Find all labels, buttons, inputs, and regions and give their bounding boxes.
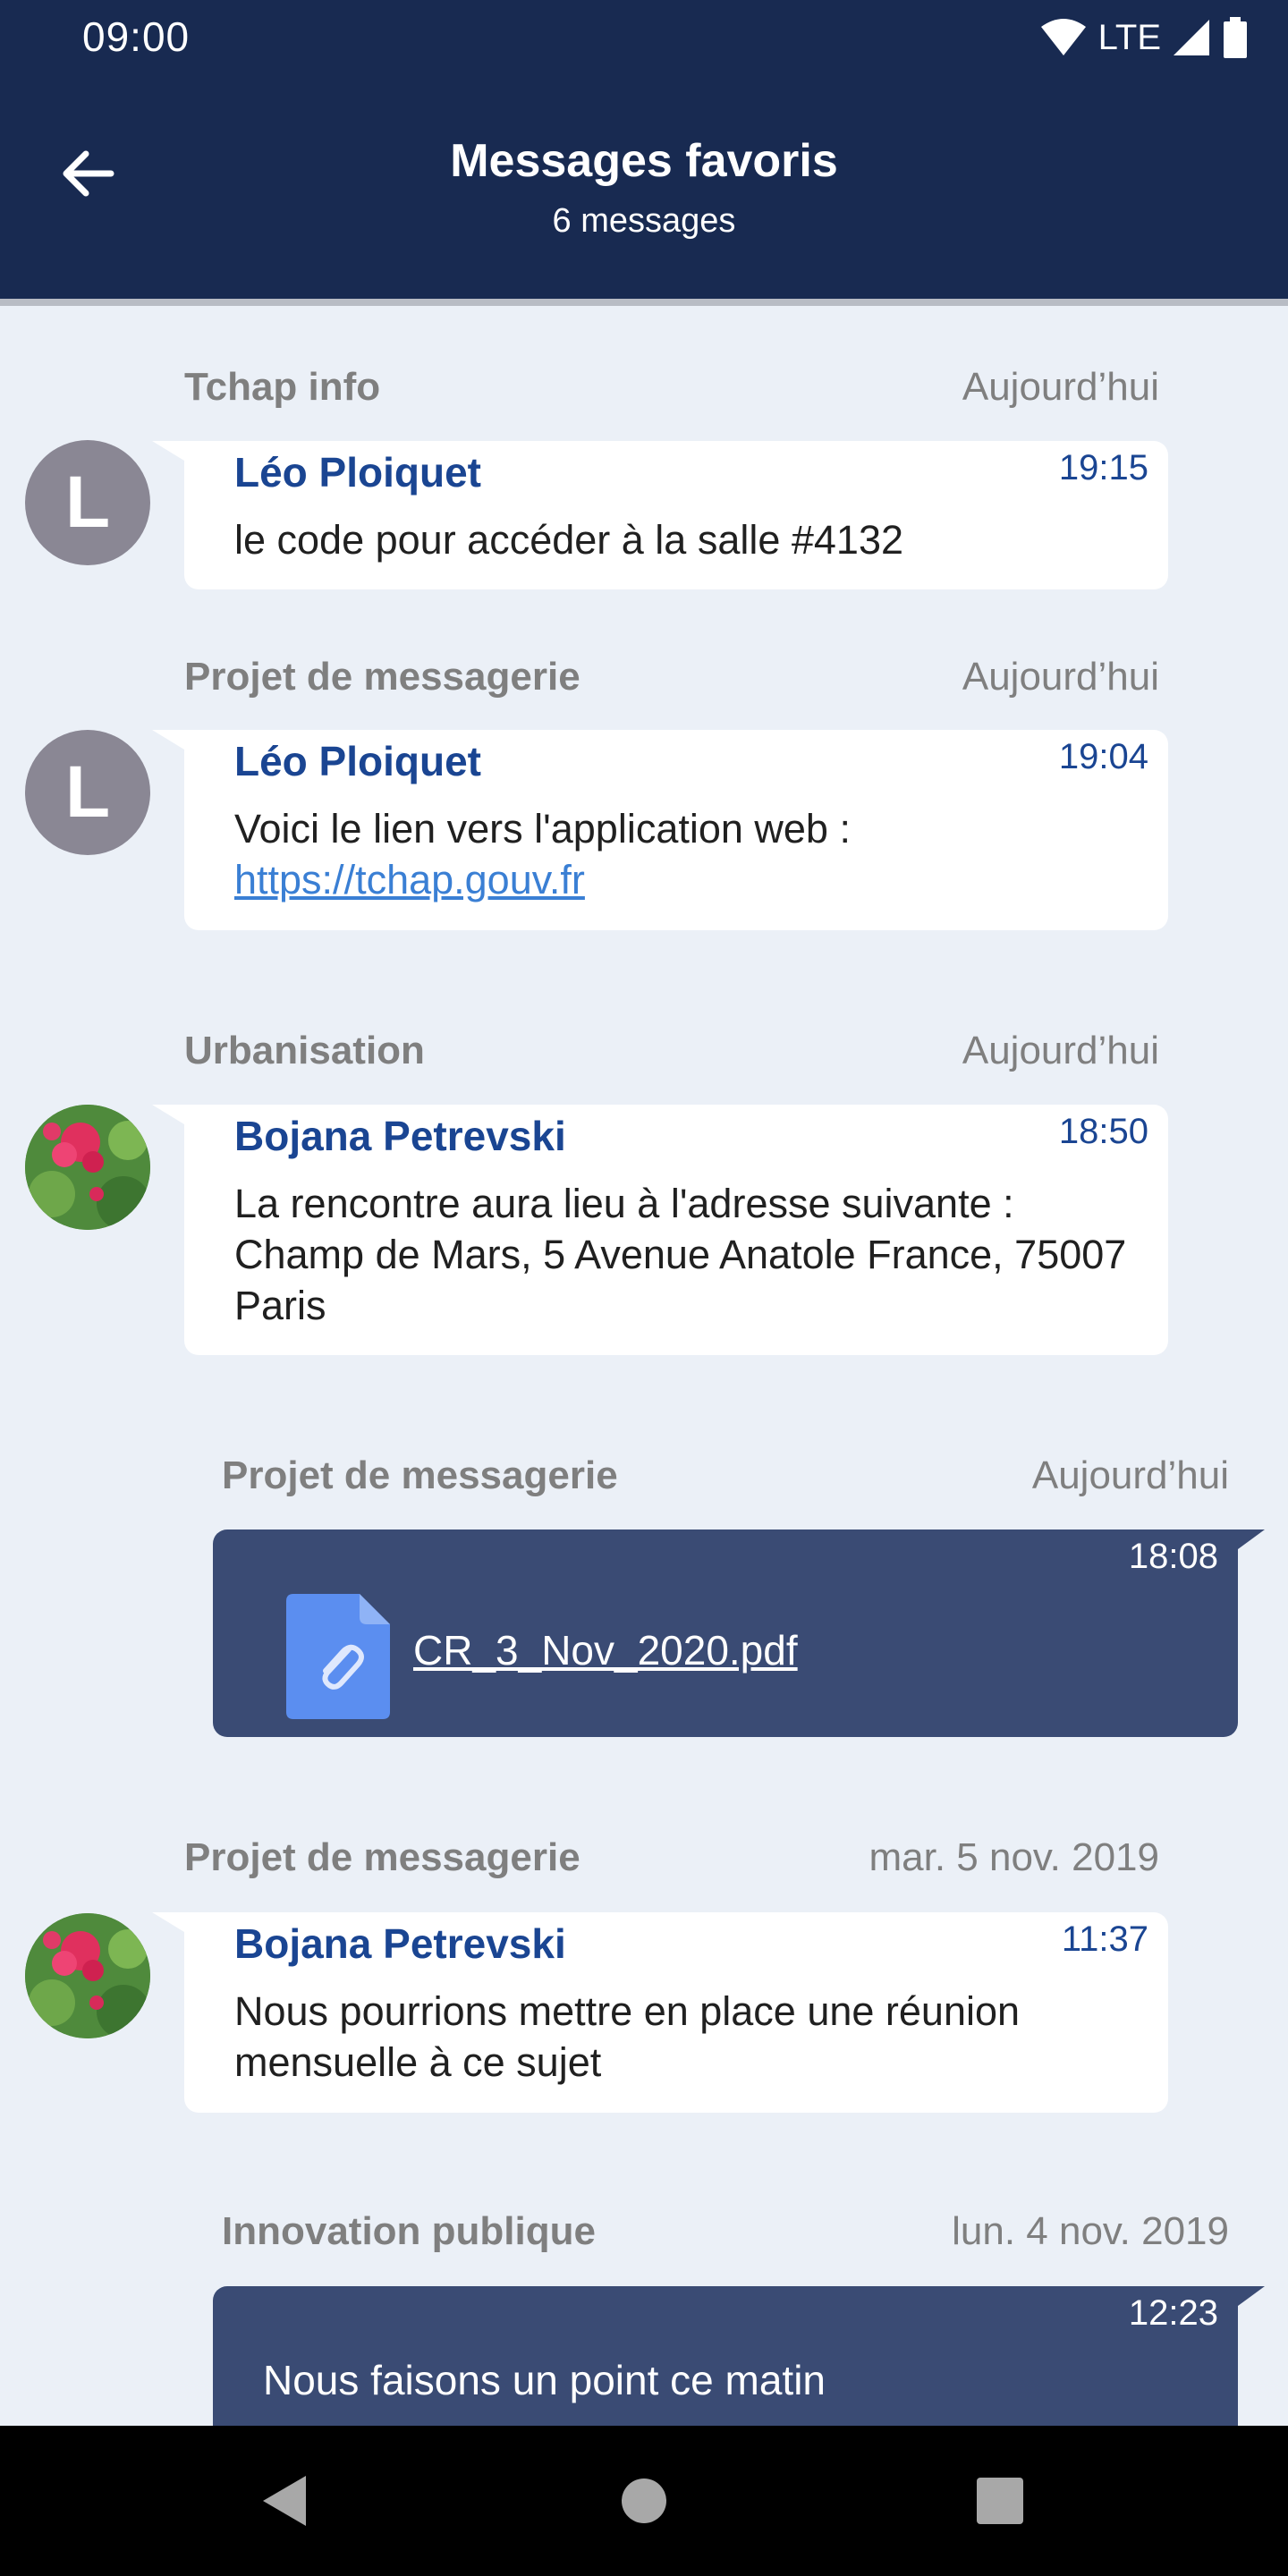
message-text: Nous faisons un point ce matin — [263, 2357, 826, 2403]
message-date: mar. 5 nov. 2019 — [869, 1835, 1160, 1879]
nav-recents-button[interactable] — [964, 2465, 1036, 2537]
wifi-icon — [1040, 19, 1086, 55]
message-time: 12:23 — [1128, 2293, 1218, 2333]
circle-home-icon — [622, 2479, 666, 2523]
message-bubble[interactable]: Léo Ploiquet 19:04 Voici le lien vers l'… — [152, 730, 1168, 930]
message-time: 11:37 — [1061, 1919, 1148, 1959]
page-subtitle: 6 messages — [552, 202, 736, 240]
page-title: Messages favoris — [450, 135, 838, 187]
message-header: Tchap info Aujourd’hui — [184, 365, 1159, 415]
nav-back-button[interactable] — [249, 2465, 320, 2537]
favorite-messages-list[interactable]: Tchap info Aujourd’hui L Léo Ploiquet 19… — [0, 306, 1288, 2426]
avatar[interactable]: L — [25, 440, 150, 565]
message-date: lun. 4 nov. 2019 — [952, 2209, 1229, 2253]
sender-name[interactable]: Bojana Petrevski — [234, 1112, 566, 1160]
message-text: Nous pourrions mettre en place une réuni… — [234, 1988, 1021, 2085]
message-header: Innovation publique lun. 4 nov. 2019 — [222, 2209, 1229, 2259]
message-link[interactable]: https://tchap.gouv.fr — [234, 854, 1138, 905]
signal-icon — [1174, 20, 1209, 55]
message-bubble[interactable]: 12:23 Nous faisons un point ce matin — [213, 2286, 1265, 2426]
app-bar: Messages favoris 6 messages — [0, 75, 1288, 302]
avatar[interactable]: L — [25, 730, 150, 855]
message-header: Projet de messagerie Aujourd’hui — [222, 1453, 1229, 1504]
message-time: 18:50 — [1058, 1112, 1148, 1151]
message-bubble[interactable]: Bojana Petrevski 18:50 La rencontre aura… — [152, 1105, 1168, 1355]
room-name: Tchap info — [184, 365, 381, 409]
system-nav-bar — [0, 2426, 1288, 2576]
square-recents-icon — [977, 2478, 1023, 2524]
message-time: 18:08 — [1128, 1537, 1218, 1576]
flower-photo — [25, 1913, 150, 2038]
message-header: Projet de messagerie Aujourd’hui — [184, 655, 1159, 705]
status-time: 09:00 — [82, 13, 191, 60]
message-time: 19:15 — [1058, 448, 1148, 487]
message-time: 19:04 — [1058, 737, 1148, 776]
status-bar: 09:00 LTE — [0, 0, 1288, 75]
message-text-line: Voici le lien vers l'application web : — [234, 806, 851, 852]
network-type: LTE — [1097, 17, 1161, 57]
room-name: Projet de messagerie — [184, 1835, 580, 1879]
file-name-link[interactable]: CR_3_Nov_2020.pdf — [413, 1626, 798, 1674]
battery-icon — [1224, 17, 1247, 58]
message-header: Projet de messagerie mar. 5 nov. 2019 — [184, 1835, 1159, 1885]
message-date: Aujourd’hui — [962, 365, 1159, 409]
message-bubble[interactable]: Léo Ploiquet 19:15 le code pour accéder … — [152, 441, 1168, 589]
message-text: le code pour accéder à la salle #4132 — [234, 517, 904, 563]
message-bubble[interactable]: Bojana Petrevski 11:37 Nous pourrions me… — [152, 1912, 1168, 2113]
message-bubble[interactable]: 18:08 CR_3_Nov_2020.pdf — [213, 1530, 1265, 1737]
message-text: Voici le lien vers l'application web : h… — [234, 803, 1138, 905]
message-header: Urbanisation Aujourd’hui — [184, 1029, 1159, 1079]
nav-home-button[interactable] — [608, 2465, 680, 2537]
paperclip-file-icon[interactable] — [286, 1594, 390, 1719]
room-name: Projet de messagerie — [222, 1453, 618, 1497]
avatar[interactable] — [25, 1105, 150, 1230]
sender-name[interactable]: Bojana Petrevski — [234, 1919, 566, 1968]
room-name: Urbanisation — [184, 1029, 425, 1072]
message-date: Aujourd’hui — [962, 1029, 1159, 1072]
flower-photo — [25, 1105, 150, 1230]
header-divider — [0, 299, 1288, 306]
message-date: Aujourd’hui — [1031, 1453, 1229, 1497]
message-date: Aujourd’hui — [962, 655, 1159, 699]
room-name: Innovation publique — [222, 2209, 596, 2253]
triangle-back-icon — [263, 2476, 306, 2526]
sender-name[interactable]: Léo Ploiquet — [234, 448, 481, 496]
sender-name[interactable]: Léo Ploiquet — [234, 737, 481, 785]
message-text: La rencontre aura lieu à l'adresse suiva… — [234, 1181, 1127, 1328]
status-icons: LTE — [1039, 14, 1249, 61]
avatar[interactable] — [25, 1913, 150, 2038]
room-name: Projet de messagerie — [184, 655, 580, 699]
